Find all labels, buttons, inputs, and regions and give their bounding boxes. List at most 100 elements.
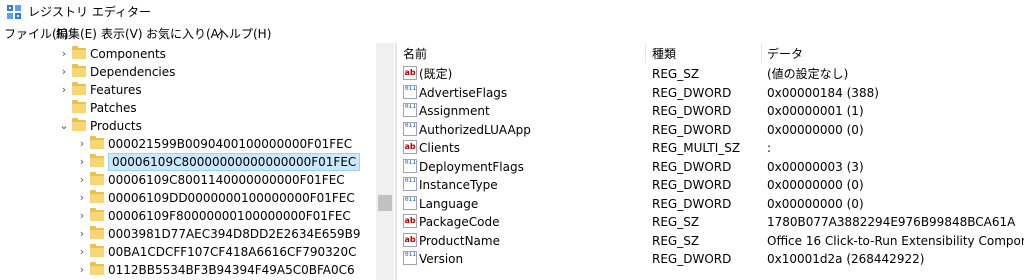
value-row[interactable]: 011 110Language REG_DWORD 0x00000000 (0)	[397, 195, 1024, 213]
tree-item-label[interactable]: 00006109DD0000000100000000F01FEC	[108, 190, 355, 206]
tree-item-label[interactable]: 00006109C8001140000000000F01FEC	[108, 172, 345, 188]
tree-item-label[interactable]: 00BA1CDCFF107CF418A6616CF790320C	[108, 244, 356, 260]
chevron-right-icon[interactable]: ›	[76, 190, 88, 206]
tree-item-label[interactable]: 0112BB5534BF3B94394F49A5C0BFA0C6	[108, 262, 355, 278]
tree-item-label[interactable]: 000021599B0090400100000000F01FEC	[108, 136, 352, 152]
value-data: 0x00000000 (0)	[767, 196, 864, 211]
folder-icon	[90, 208, 104, 221]
tree-item-label[interactable]: Dependencies	[90, 64, 175, 80]
folder-icon	[72, 46, 86, 59]
tree-item[interactable]: › 00006109C80000000000000000F01FEC	[0, 153, 394, 171]
folder-icon	[72, 118, 86, 131]
chevron-right-icon[interactable]: ›	[58, 82, 70, 98]
menu-bar: ファイル(F) 編集(E) 表示(V) お気に入り(A) ヘルプ(H)	[0, 24, 1024, 43]
value-type: REG_DWORD	[652, 85, 732, 100]
tree-item[interactable]: ⌄ Products	[0, 117, 394, 135]
value-type: REG_SZ	[652, 215, 700, 229]
menu-edit[interactable]: 編集(E)	[56, 26, 97, 42]
value-type: REG_DWORD	[652, 159, 732, 174]
tree-item-label[interactable]: Components	[90, 46, 166, 62]
column-divider[interactable]	[761, 43, 762, 63]
value-row[interactable]: 011 110Version REG_DWORD 0x10001d2a (26844…	[397, 250, 1024, 268]
folder-icon	[72, 64, 86, 77]
chevron-down-icon[interactable]: ⌄	[58, 118, 70, 134]
folder-icon	[72, 100, 86, 113]
tree-item[interactable]: › 00BA1CDCFF107CF418A6616CF790320C	[0, 243, 394, 261]
binary-value-icon: 011 110	[403, 195, 417, 210]
tree-item[interactable]: › Features	[0, 81, 394, 99]
chevron-right-icon[interactable]: ›	[58, 64, 70, 80]
value-type: REG_DWORD	[652, 122, 732, 137]
chevron-right-icon[interactable]: ›	[76, 172, 88, 188]
value-row[interactable]: ab PackageCode REG_SZ 1780B077A3882294E976B…	[397, 213, 1024, 231]
registry-values-pane[interactable]: 名前 種類 データ ab(既定)REG_SZ(値の設定なし)011 110Adv…	[397, 43, 1024, 280]
column-header-type[interactable]: 種類	[652, 46, 676, 62]
value-row[interactable]: 011 110AdvertiseFlags REG_DWORD 0x00000184…	[397, 84, 1024, 102]
chevron-right-icon[interactable]: ›	[76, 262, 88, 278]
tree-item[interactable]: › Components	[0, 45, 394, 63]
tree-item-label[interactable]: 00006109F80000000100000000F01FEC	[108, 208, 351, 224]
value-row[interactable]: 011 110DeploymentFlags REG_DWORD 0x0000000…	[397, 158, 1024, 176]
chevron-right-icon[interactable]: ›	[76, 244, 88, 260]
registry-key-tree[interactable]: › Components › Dependencies › Features Patches…	[0, 43, 396, 280]
value-data: :	[767, 141, 772, 155]
chevron-right-icon[interactable]: ›	[76, 208, 88, 224]
value-type: REG_DWORD	[652, 252, 732, 266]
column-header-data[interactable]: データ	[767, 46, 803, 62]
tree-item[interactable]: › 000021599B0090400100000000F01FEC	[0, 135, 394, 153]
tree-item[interactable]: › 00006109F80000000100000000F01FEC	[0, 207, 394, 225]
column-header-name[interactable]: 名前	[403, 46, 427, 62]
value-name: InstanceType	[419, 178, 498, 192]
tree-item-label[interactable]: 00006109C80000000000000000F01FEC	[108, 153, 361, 171]
chevron-right-icon[interactable]: ›	[58, 46, 70, 62]
value-type: REG_SZ	[652, 67, 700, 81]
chevron-right-icon[interactable]: ›	[76, 154, 88, 170]
ab-string-icon: ab	[403, 140, 417, 154]
value-row[interactable]: ab Clients REG_MULTI_SZ:	[397, 139, 1024, 157]
folder-icon	[90, 136, 104, 149]
tree-item-label[interactable]: Features	[90, 82, 142, 98]
tree-item[interactable]: Patches	[0, 99, 394, 117]
folder-icon	[90, 244, 104, 257]
menu-favorites[interactable]: お気に入り(A)	[146, 26, 224, 42]
value-row[interactable]: ab ProductName REG_SZ Office 16 Click-to-Ru…	[397, 232, 1024, 250]
value-row[interactable]: 011 110Assignment REG_DWORD 0x00000001 (1)	[397, 102, 1024, 120]
registry-editor-icon	[7, 5, 21, 19]
value-row[interactable]: ab (既定) REG_SZ (値の設定なし)	[397, 65, 1024, 83]
chevron-right-icon[interactable]	[58, 100, 70, 116]
value-name: Clients	[419, 141, 460, 155]
value-data: 0x00000184 (388)	[767, 85, 879, 100]
tree-item-label[interactable]: 0003981D77AEC394D8DD2E2634E659B9	[108, 226, 361, 242]
value-data: 0x00000001 (1)	[767, 104, 864, 118]
chevron-right-icon[interactable]: ›	[76, 136, 88, 152]
value-type: REG_SZ	[652, 233, 700, 248]
column-divider[interactable]	[645, 43, 646, 63]
value-name: Language	[419, 196, 479, 211]
binary-value-icon: 011 110	[403, 121, 417, 136]
value-row[interactable]: 011 110InstanceType REG_DWORD 0x00000000 (…	[397, 176, 1024, 194]
tree-scrollbar[interactable]	[376, 43, 394, 280]
folder-icon	[90, 172, 104, 185]
value-name: AuthorizedLUAApp	[419, 122, 531, 137]
binary-value-icon: 011 110	[403, 103, 417, 117]
chevron-right-icon[interactable]: ›	[76, 226, 88, 242]
value-data: 0x00000003 (3)	[767, 159, 864, 174]
value-row[interactable]: 011 110AuthorizedLUAApp REG_DWORD 0x000000…	[397, 121, 1024, 139]
tree-item-label[interactable]: Patches	[90, 100, 137, 116]
menu-view[interactable]: 表示(V)	[101, 26, 143, 42]
tree-item[interactable]: › 0003981D77AEC394D8DD2E2634E659B9	[0, 225, 394, 243]
value-name: Assignment	[419, 104, 490, 118]
binary-value-icon: 011 110	[403, 177, 417, 191]
tree-item-label[interactable]: Products	[90, 118, 142, 134]
ab-string-icon: ab	[403, 232, 417, 247]
menu-help[interactable]: ヘルプ(H)	[217, 26, 271, 42]
value-type: REG_DWORD	[652, 196, 732, 211]
tree-item[interactable]: › 00006109DD0000000100000000F01FEC	[0, 189, 394, 207]
tree-scrollbar-thumb[interactable]	[378, 195, 392, 211]
value-name: (既定)	[419, 67, 453, 81]
tree-item[interactable]: › 0112BB5534BF3B94394F49A5C0BFA0C6	[0, 261, 394, 279]
tree-item[interactable]: › 00006109C8001140000000000F01FEC	[0, 171, 394, 189]
binary-value-icon: 011 110	[403, 158, 417, 173]
value-name: PackageCode	[419, 215, 500, 229]
tree-item[interactable]: › Dependencies	[0, 63, 394, 81]
